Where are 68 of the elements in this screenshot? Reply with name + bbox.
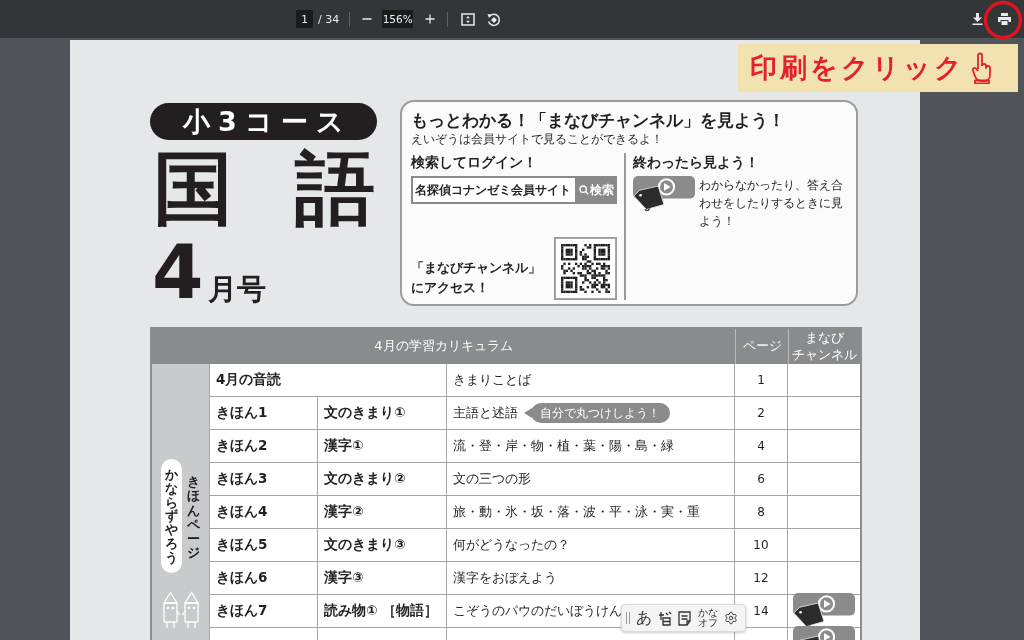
rotate-icon[interactable] <box>486 11 502 27</box>
table-cell: 読み物① ［物語］ <box>318 595 447 628</box>
search-heading: 検索してログイン！ <box>411 153 538 171</box>
table-cell: 文のきまり③ <box>318 529 447 562</box>
table-cell: きほん5 <box>210 529 318 562</box>
table-cell: 文のきまり① <box>318 397 447 430</box>
table-cell: きまりことば <box>447 364 735 397</box>
pencil-character-icon <box>181 591 201 630</box>
qr-code-icon <box>554 237 617 300</box>
kana-toggle[interactable]: かなオフ <box>698 607 718 629</box>
card-title: もっとわかる！「まなびチャンネル」を見よう！ <box>411 109 786 131</box>
side-label: きほんページ <box>186 475 200 561</box>
subject-title: 国語 <box>153 149 375 230</box>
video-play-icon <box>633 176 695 212</box>
side-tag: かならずやろう <box>161 459 182 574</box>
print-icon[interactable] <box>998 13 1011 25</box>
pointing-hand-icon <box>971 52 993 84</box>
table-cell: きほん6 <box>210 562 318 595</box>
table-cell: 流・登・岸・物・植・葉・陽・島・緑 <box>447 430 735 463</box>
table-cell: きほん7 <box>210 595 318 628</box>
table-cell: 何がどうなったの？ <box>447 529 735 562</box>
table-cell: 旅・動・氷・坂・落・波・平・泳・実・重 <box>447 496 735 529</box>
table-cell: 主語と述語 <box>453 404 518 422</box>
column-header-text: まなび <box>805 330 844 347</box>
settings-icon[interactable] <box>724 611 738 625</box>
download-icon[interactable] <box>972 13 983 25</box>
page-count: / 34 <box>318 12 340 26</box>
drag-handle-icon[interactable] <box>626 612 630 624</box>
access-text: 「まなびチャンネル」にアクセス！ <box>411 259 542 297</box>
column-header: ページ <box>735 329 788 364</box>
curriculum-title: 4月の学習カリキュラム <box>152 329 735 364</box>
page-number-field[interactable]: 1 <box>296 10 313 28</box>
table-cell: 文のきまり② <box>318 463 447 496</box>
hint-callout: 自分で丸つけしよう！ <box>524 403 670 423</box>
table-cell: 文の三つの形 <box>447 463 735 496</box>
table-cell: 漢字③ <box>318 562 447 595</box>
table-cell: 漢字をおぼえよう <box>447 562 735 595</box>
column-header-text: チャンネル <box>792 346 857 363</box>
card-subtitle: えいぞうは会員サイトで見ることができるよ！ <box>411 132 664 146</box>
document-icon[interactable] <box>678 610 692 626</box>
table-cell: 漢字① <box>318 430 447 463</box>
fit-page-icon[interactable] <box>461 12 476 26</box>
table-cell: きほん3 <box>210 463 318 496</box>
glyph-icon[interactable] <box>658 610 672 626</box>
watch-heading: 終わったら見よう！ <box>633 153 760 171</box>
pencil-character-icon <box>160 591 180 630</box>
issue-number: 4 <box>152 239 204 306</box>
search-icon <box>578 185 589 195</box>
table-cell: 2 <box>735 397 788 430</box>
table-cell: きほん2 <box>210 430 318 463</box>
annotation-ring-icon <box>983 0 1023 40</box>
table-cell: 1 <box>735 364 788 397</box>
table-cell: 4月の音読 <box>210 364 447 397</box>
zoom-in-icon[interactable] <box>423 12 438 26</box>
watch-text: わからなかったり、答え合わせをしたりするときに見よう！ <box>699 177 844 230</box>
table-cell: 4 <box>735 430 788 463</box>
course-badge: 小3コース <box>150 103 377 141</box>
table-cell: 漢字② <box>318 496 447 529</box>
character-button[interactable]: あ <box>636 610 652 626</box>
issue-suffix: 月号 <box>207 275 266 304</box>
table-cell: 8 <box>735 496 788 529</box>
table-cell: 10 <box>735 529 788 562</box>
table-cell: きほん4 <box>210 496 318 529</box>
table-cell: 12 <box>735 562 788 595</box>
annotation-text: 印刷をクリック <box>750 51 965 85</box>
table-cell: きほん1 <box>210 397 318 430</box>
zoom-field[interactable]: 156% <box>382 10 414 28</box>
table-cell: 6 <box>735 463 788 496</box>
